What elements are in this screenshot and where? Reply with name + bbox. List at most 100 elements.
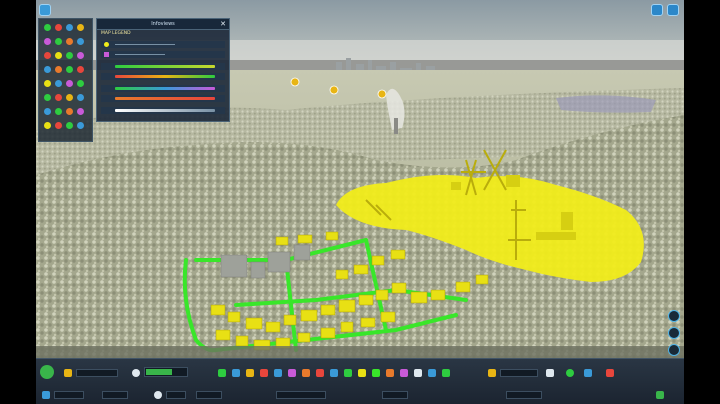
happiness-icon[interactable] (132, 369, 140, 377)
notification-icon[interactable] (606, 369, 614, 377)
infoview-toggle-icon[interactable] (66, 66, 73, 73)
toolbar-roads-icon[interactable] (218, 369, 226, 377)
infoview-toggle-icon[interactable] (66, 80, 73, 87)
gradient-row (101, 63, 225, 70)
toolbar-electricity-icon[interactable] (260, 369, 268, 377)
infoview-toggle-icon[interactable] (44, 122, 51, 129)
toolbar-police-icon[interactable] (330, 369, 338, 377)
weather-icon (154, 391, 162, 399)
infoview-toggle-icon[interactable] (66, 38, 73, 45)
gradient-bar (115, 75, 215, 78)
population-display (382, 391, 408, 399)
infoview-toggle-icon[interactable] (66, 24, 73, 31)
camera-icon[interactable] (668, 327, 680, 339)
infoviews-panel: Infoviews ✕ MAP LEGEND (96, 18, 230, 122)
infoview-toggle-icon[interactable] (44, 66, 51, 73)
settings-icon[interactable] (667, 4, 679, 16)
infoview-toggle-icon[interactable] (77, 52, 84, 59)
gradient-bar (115, 87, 215, 90)
infoview-toggle-icon[interactable] (77, 24, 84, 31)
map-legend-label: MAP LEGEND (101, 31, 131, 36)
infoview-toggle-icon[interactable] (66, 94, 73, 101)
bottom-toolbar (36, 358, 684, 404)
demand-icon (566, 369, 574, 377)
infoview-toggle-icon[interactable] (77, 108, 84, 115)
infoview-selector-panel (38, 18, 93, 142)
city-logo-icon[interactable] (40, 365, 54, 379)
close-icon[interactable]: ✕ (220, 19, 226, 29)
balance-display (506, 391, 542, 399)
infoview-toggle-icon[interactable] (77, 80, 84, 87)
gradient-row (101, 95, 225, 102)
toolbar-economy-icon[interactable] (428, 369, 436, 377)
city-name-field[interactable] (76, 369, 118, 377)
money-icon (488, 369, 496, 377)
infoview-toggle-icon[interactable] (44, 108, 51, 115)
legend-row (101, 41, 225, 48)
population-icon (546, 369, 554, 377)
toolbar-garbage-icon[interactable] (288, 369, 296, 377)
toolbar-unique-icon[interactable] (386, 369, 394, 377)
toolbar-policies-icon[interactable] (442, 369, 450, 377)
toolbar-healthcare-icon[interactable] (302, 369, 310, 377)
infoview-toggle-icon[interactable] (55, 94, 62, 101)
legend-text-placeholder (115, 44, 175, 45)
infoview-toggle-icon[interactable] (77, 66, 84, 73)
milestone-icon[interactable] (64, 369, 72, 377)
toolbar-zoning-icon[interactable] (232, 369, 240, 377)
infoview-toggle-icon[interactable] (66, 122, 73, 129)
infoview-toggle-icon[interactable] (44, 94, 51, 101)
chirper-icon[interactable] (584, 369, 592, 377)
toolbar-education-icon[interactable] (344, 369, 352, 377)
toolbar-parks-icon[interactable] (372, 369, 380, 377)
gradient-row (101, 73, 225, 80)
speed-control[interactable] (102, 391, 128, 399)
distant-purple-area (556, 95, 656, 113)
zoom-icon[interactable] (668, 344, 680, 356)
infoview-toggle-icon[interactable] (55, 38, 62, 45)
toolbar-water-icon[interactable] (274, 369, 282, 377)
toolbar-bulldozer-icon[interactable] (414, 369, 422, 377)
status-message (276, 391, 326, 399)
play-icon[interactable] (42, 391, 50, 399)
infoview-toggle-icon[interactable] (55, 108, 62, 115)
toolbar-transport-icon[interactable] (358, 369, 366, 377)
legend-row (101, 51, 225, 58)
date-display (54, 391, 84, 399)
progress-fill (146, 369, 172, 375)
infoview-toggle-icon[interactable] (77, 38, 84, 45)
help-icon[interactable] (651, 4, 663, 16)
toolbar-districts-icon[interactable] (246, 369, 254, 377)
factory-chimney (394, 118, 398, 134)
panel-header: Infoviews ✕ (97, 19, 229, 30)
infoview-toggle-icon[interactable] (66, 52, 73, 59)
infoview-toggle-icon[interactable] (66, 108, 73, 115)
gradient-bar (115, 109, 215, 112)
gradient-bar (115, 65, 215, 68)
infoview-toggle-icon[interactable] (44, 38, 51, 45)
progress-bar (144, 367, 188, 377)
infoview-toggle-icon[interactable] (55, 52, 62, 59)
panel-title: Infoviews (151, 21, 175, 27)
infoview-toggle-icon[interactable] (44, 24, 51, 31)
legend-swatch (104, 52, 109, 57)
season-display (196, 391, 222, 399)
legend-swatch (104, 42, 109, 47)
infoview-toggle-icon[interactable] (77, 122, 84, 129)
main-menu-button[interactable] (39, 4, 51, 16)
infoview-toggle-icon[interactable] (55, 122, 62, 129)
infoview-toggle-icon[interactable] (44, 52, 51, 59)
game-viewport[interactable]: Infoviews ✕ MAP LEGEND (36, 0, 684, 404)
gradient-bar (115, 97, 215, 100)
gradient-row (101, 85, 225, 92)
compass-icon[interactable] (668, 310, 680, 322)
infoview-toggle-icon[interactable] (55, 24, 62, 31)
infoview-toggle-icon[interactable] (55, 80, 62, 87)
legend-text-placeholder (115, 54, 165, 55)
toolbar-monuments-icon[interactable] (400, 369, 408, 377)
infoview-toggle-icon[interactable] (44, 80, 51, 87)
infoview-toggle-icon[interactable] (55, 66, 62, 73)
expand-icon[interactable] (656, 391, 664, 399)
infoview-toggle-icon[interactable] (77, 94, 84, 101)
toolbar-fire-icon[interactable] (316, 369, 324, 377)
